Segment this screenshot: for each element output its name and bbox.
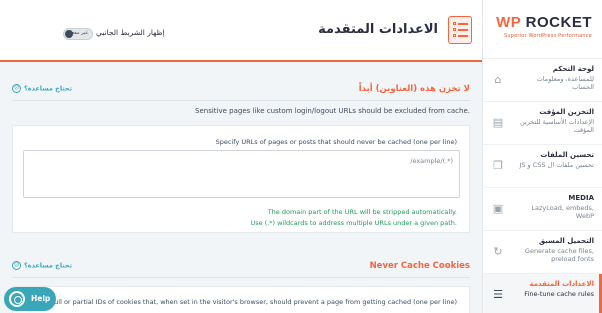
brand-logo: WP ROCKET Superior WordPress Performance xyxy=(483,0,602,58)
sidebar-item-media[interactable]: MEDIA LazyLoad, embeds, WebP ▣ xyxy=(483,188,602,231)
sidebar-item-desc: Fine-tune cache rules xyxy=(524,290,594,298)
sidebar-item-title: MEDIA xyxy=(568,194,594,202)
section-divider xyxy=(12,277,470,278)
sidebar-item-file-optimization[interactable]: تحسين الملفات تحسين ملفات ال CSS و JS ❐ xyxy=(483,145,602,188)
sidebar-item-title: الاعدادات المتقدمة xyxy=(529,280,594,288)
sad-face-icon: ☹ xyxy=(12,84,21,93)
files-icon: ❐ xyxy=(493,159,503,172)
section-title: Never Cache Cookies xyxy=(369,261,470,271)
never-cache-urls-card: Specify URLs of pages or posts that shou… xyxy=(12,125,470,233)
sidebar-item-title: التحميل المسبق xyxy=(538,237,594,245)
sad-face-icon: ☹ xyxy=(12,261,21,270)
sidebar-item-advanced-rules[interactable]: الاعدادات المتقدمة Fine-tune cache rules… xyxy=(483,274,602,313)
cache-icon: ▤ xyxy=(492,116,504,129)
textarea-placeholder: /example/(.*) xyxy=(410,157,453,165)
sidebar-item-preload[interactable]: التحميل المسبق Generate cache files, pre… xyxy=(483,231,602,274)
help-link[interactable]: تحتاج مساعدة؟☹ xyxy=(12,261,72,270)
advanced-settings-icon xyxy=(448,16,472,44)
hint-domain-stripped: The domain part of the URL will be strip… xyxy=(267,208,457,216)
never-cache-urls-textarea[interactable]: /example/(.*) xyxy=(23,150,460,198)
section-never-cache-cookies-header: Never Cache Cookies تحتاج مساعدة؟☹ xyxy=(12,261,470,273)
media-icon: ▣ xyxy=(492,202,504,215)
section-never-cache-urls-header: لا تخزن هذه (العناوين) أبداً تحتاج مساعد… xyxy=(12,84,470,96)
toggle-label: إظهار الشريط الجانبي xyxy=(96,28,165,37)
sidebar-item-title: تحسين الملفات xyxy=(540,151,594,159)
sidebar: WP ROCKET Superior WordPress Performance… xyxy=(482,0,602,313)
sidebar-item-desc: للمساعدة، ومعلومات الحساب xyxy=(536,75,594,92)
section-title: لا تخزن هذه (العناوين) أبداً xyxy=(358,84,470,94)
refresh-icon: ↻ xyxy=(493,245,503,258)
list-icon: ☰ xyxy=(493,288,503,301)
help-link-label: تحتاج مساعدة؟ xyxy=(24,84,73,93)
help-link-label: تحتاج مساعدة؟ xyxy=(24,261,73,270)
help-link[interactable]: تحتاج مساعدة؟☹ xyxy=(12,84,72,93)
hint-wildcards: Use (.*) wildcards to address multiple U… xyxy=(250,219,457,227)
help-beacon-button[interactable]: Help xyxy=(4,287,56,311)
sidebar-item-title: لوحة التحكم xyxy=(552,65,594,73)
never-cache-cookies-card: Specify full or partial IDs of cookies t… xyxy=(12,286,470,313)
toggle-state-text: غير مفعل xyxy=(68,30,88,36)
section-description: Sensitive pages like custom login/logout… xyxy=(195,107,470,115)
section-divider xyxy=(12,100,470,101)
lifebuoy-icon xyxy=(9,291,25,307)
sidebar-item-dashboard[interactable]: لوحة التحكم للمساعدة، ومعلومات الحساب ⌂ xyxy=(483,59,602,102)
sidebar-item-cache[interactable]: التخزين المؤقت الإعدادات الأساسية للتخزي… xyxy=(483,102,602,145)
sidebar-toggle[interactable]: غير مفعل xyxy=(63,28,93,40)
logo-rocket: ROCKET xyxy=(525,14,592,31)
sidebar-item-desc: الإعدادات الأساسية للتخزين المؤقت xyxy=(519,118,594,135)
logo-wp: WP xyxy=(496,14,521,31)
help-beacon-label: Help xyxy=(31,294,51,303)
main-content: غير مفعل إظهار الشريط الجانبي الاعدادات … xyxy=(0,0,482,313)
sidebar-item-desc: LazyLoad, embeds, WebP xyxy=(531,204,594,221)
sidebar-item-title: التخزين المؤقت xyxy=(539,108,594,116)
sidebar-item-desc: تحسين ملفات ال CSS و JS xyxy=(519,161,594,169)
field-label: Specify full or partial IDs of cookies t… xyxy=(26,298,457,306)
page-header: غير مفعل إظهار الشريط الجانبي الاعدادات … xyxy=(0,0,482,62)
field-label: Specify URLs of pages or posts that shou… xyxy=(215,138,457,146)
home-icon: ⌂ xyxy=(494,73,502,86)
page-title: الاعدادات المتقدمة xyxy=(318,22,438,37)
logo-tagline: Superior WordPress Performance xyxy=(503,33,592,39)
sidebar-item-desc: Generate cache files, preload fonts xyxy=(524,247,594,264)
